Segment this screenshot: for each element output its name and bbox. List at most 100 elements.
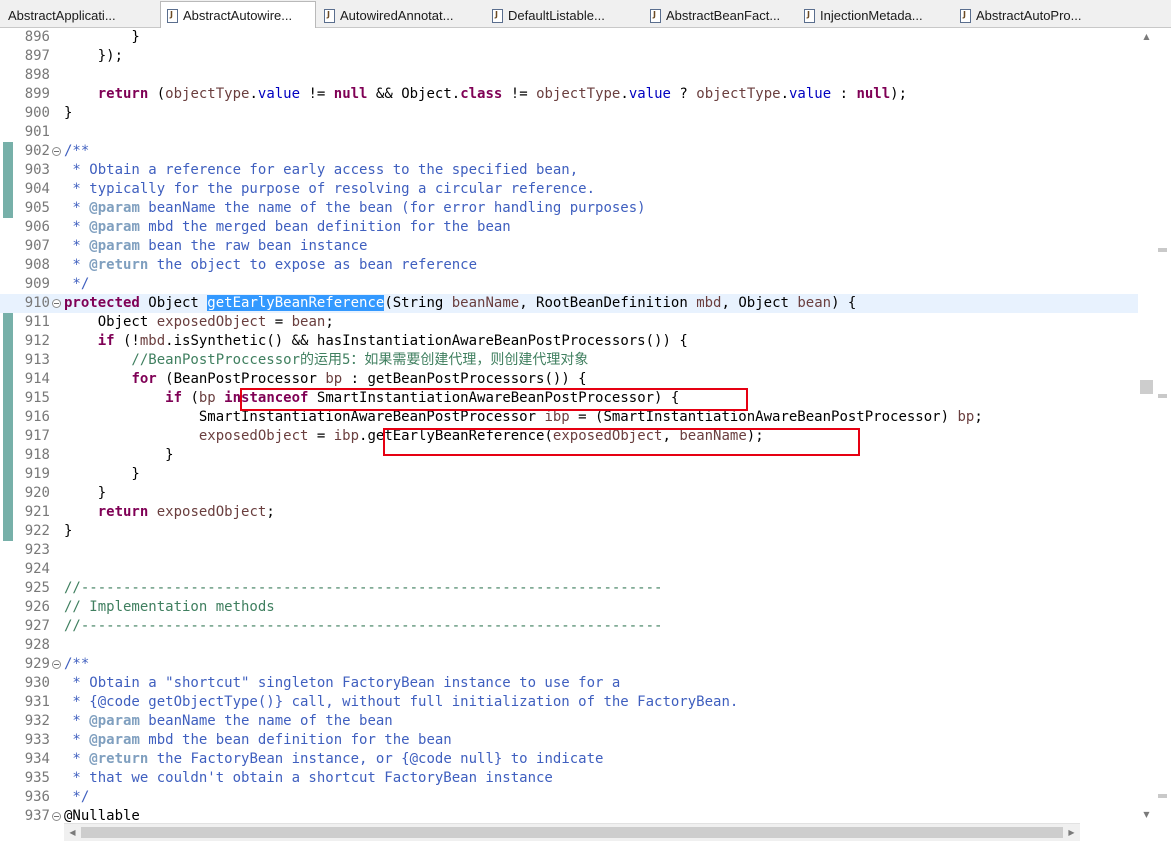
code-editor[interactable]: 896 } 897 }); 898 899 return (objectType.va…: [0, 28, 1171, 823]
horizontal-scrollbar[interactable]: ◀ ▶: [64, 823, 1080, 841]
code-text[interactable]: /**: [64, 142, 89, 161]
code-line[interactable]: 912 if (!mbd.isSynthetic() && hasInstant…: [0, 332, 1138, 351]
editor-tab[interactable]: J InjectionMetada...: [798, 3, 950, 27]
code-text[interactable]: }: [64, 522, 72, 541]
code-line[interactable]: 924: [0, 560, 1138, 579]
code-line[interactable]: 919 }: [0, 465, 1138, 484]
code-text[interactable]: * Obtain a reference for early access to…: [64, 161, 578, 180]
code-line[interactable]: 920 }: [0, 484, 1138, 503]
code-line[interactable]: 934 * @return the FactoryBean instance, …: [0, 750, 1138, 769]
code-line[interactable]: 911 Object exposedObject = bean;: [0, 313, 1138, 332]
code-line[interactable]: 927 //-----------------------------------…: [0, 617, 1138, 636]
code-line[interactable]: 926 // Implementation methods: [0, 598, 1138, 617]
code-text[interactable]: //BeanPostProccessor的运用5：如果需要创建代理，则创建代理对…: [64, 351, 588, 370]
code-line[interactable]: 929 /**: [0, 655, 1138, 674]
code-text[interactable]: * @param beanName the name of the bean (…: [64, 199, 645, 218]
code-text[interactable]: Object exposedObject = bean;: [64, 313, 334, 332]
code-text[interactable]: * typically for the purpose of resolving…: [64, 180, 595, 199]
fold-collapse-icon[interactable]: [52, 812, 61, 821]
code-line[interactable]: 902 /**: [0, 142, 1138, 161]
code-text[interactable]: //--------------------------------------…: [64, 617, 662, 636]
overview-marker[interactable]: [1158, 248, 1167, 252]
code-line[interactable]: 928: [0, 636, 1138, 655]
code-line[interactable]: 922}: [0, 522, 1138, 541]
scroll-thumb[interactable]: [1140, 380, 1153, 394]
code-line[interactable]: 898: [0, 66, 1138, 85]
overview-marker[interactable]: [1158, 394, 1167, 398]
code-text[interactable]: });: [64, 47, 123, 66]
code-line[interactable]: 935 * that we couldn't obtain a shortcut…: [0, 769, 1138, 788]
code-line[interactable]: 923: [0, 541, 1138, 560]
scroll-down-button[interactable]: ▼: [1138, 806, 1155, 823]
horizontal-scroll-thumb[interactable]: [81, 827, 1063, 838]
code-text[interactable]: }: [64, 28, 139, 47]
code-line[interactable]: 906 * @param mbd the merged bean definit…: [0, 218, 1138, 237]
code-line[interactable]: 897 });: [0, 47, 1138, 66]
code-text[interactable]: // Implementation methods: [64, 598, 275, 617]
fold-collapse-icon[interactable]: [52, 147, 61, 156]
code-text[interactable]: * @param mbd the bean definition for the…: [64, 731, 451, 750]
code-text[interactable]: * @param mbd the merged bean definition …: [64, 218, 510, 237]
code-line[interactable]: 925 //-----------------------------------…: [0, 579, 1138, 598]
line-number: 909: [24, 276, 50, 292]
code-line[interactable]: 910 protected Object getEarlyBeanReferenc…: [0, 294, 1138, 313]
editor-tab[interactable]: J AbstractBeanFact...: [644, 3, 794, 27]
code-text[interactable]: * {@code getObjectType()} call, without …: [64, 693, 738, 712]
code-line[interactable]: 909 */: [0, 275, 1138, 294]
code-text[interactable]: * that we couldn't obtain a shortcut Fac…: [64, 769, 552, 788]
fold-collapse-icon[interactable]: [52, 299, 61, 308]
code-text[interactable]: @Nullable: [64, 807, 140, 823]
code-line[interactable]: 930 * Obtain a "shortcut" singleton Fact…: [0, 674, 1138, 693]
code-line[interactable]: 913 //BeanPostProccessor的运用5：如果需要创建代理，则创…: [0, 351, 1138, 370]
code-line[interactable]: 903 * Obtain a reference for early acces…: [0, 161, 1138, 180]
line-number: 927: [24, 618, 50, 634]
code-line[interactable]: 936 */: [0, 788, 1138, 807]
code-text[interactable]: protected Object getEarlyBeanReference(S…: [64, 294, 856, 313]
code-text[interactable]: //--------------------------------------…: [64, 579, 662, 598]
code-text[interactable]: }: [64, 484, 106, 503]
code-text[interactable]: for (BeanPostProcessor bp : getBeanPostP…: [64, 370, 586, 389]
code-line[interactable]: 900}: [0, 104, 1138, 123]
code-line[interactable]: 914 for (BeanPostProcessor bp : getBeanP…: [0, 370, 1138, 389]
code-text[interactable]: /**: [64, 655, 89, 674]
code-text[interactable]: * @param bean the raw bean instance: [64, 237, 367, 256]
code-line[interactable]: 896 }: [0, 28, 1138, 47]
code-text[interactable]: }: [64, 446, 173, 465]
code-line[interactable]: 932 * @param beanName the name of the be…: [0, 712, 1138, 731]
code-line[interactable]: 908 * @return the object to expose as be…: [0, 256, 1138, 275]
code-text[interactable]: }: [64, 465, 139, 484]
selected-text[interactable]: getEarlyBeanReference: [207, 295, 385, 311]
code-line[interactable]: 904 * typically for the purpose of resol…: [0, 180, 1138, 199]
scroll-right-button[interactable]: ▶: [1063, 824, 1080, 841]
editor-tab[interactable]: AbstractApplicati...: [0, 3, 158, 27]
scroll-left-button[interactable]: ◀: [64, 824, 81, 841]
code-line[interactable]: 931 * {@code getObjectType()} call, with…: [0, 693, 1138, 712]
java-class-file-icon: J: [804, 8, 815, 23]
code-line[interactable]: 905 * @param beanName the name of the be…: [0, 199, 1138, 218]
code-text[interactable]: * Obtain a "shortcut" singleton FactoryB…: [64, 674, 620, 693]
vertical-scrollbar[interactable]: ▲ ▼: [1138, 28, 1171, 823]
code-text[interactable]: * @return the object to expose as bean r…: [64, 256, 477, 275]
code-text[interactable]: * @return the FactoryBean instance, or {…: [64, 750, 603, 769]
code-text[interactable]: }: [64, 104, 72, 123]
code-line[interactable]: 907 * @param bean the raw bean instance: [0, 237, 1138, 256]
code-text[interactable]: */: [64, 788, 89, 807]
fold-collapse-icon[interactable]: [52, 660, 61, 669]
code-line[interactable]: 899 return (objectType.value != null && …: [0, 85, 1138, 104]
overview-marker[interactable]: [1158, 794, 1167, 798]
code-text[interactable]: if (!mbd.isSynthetic() && hasInstantiati…: [64, 332, 688, 351]
editor-tab[interactable]: J AbstractAutoPro...: [954, 3, 1104, 27]
code-text[interactable]: */: [64, 275, 89, 294]
code-text[interactable]: * @param beanName the name of the bean: [64, 712, 392, 731]
line-number: 931: [24, 694, 50, 710]
scroll-up-button[interactable]: ▲: [1138, 28, 1155, 45]
code-line[interactable]: 921 return exposedObject;: [0, 503, 1138, 522]
code-text[interactable]: return exposedObject;: [64, 503, 275, 522]
editor-tab[interactable]: J AbstractAutowire...: [160, 1, 316, 28]
editor-tab[interactable]: J AutowiredAnnotat...: [318, 3, 482, 27]
editor-tab[interactable]: J DefaultListable...: [486, 3, 634, 27]
code-line[interactable]: 937 @Nullable: [0, 807, 1138, 823]
code-line[interactable]: 933 * @param mbd the bean definition for…: [0, 731, 1138, 750]
code-line[interactable]: 901: [0, 123, 1138, 142]
code-text[interactable]: return (objectType.value != null && Obje…: [64, 85, 907, 104]
